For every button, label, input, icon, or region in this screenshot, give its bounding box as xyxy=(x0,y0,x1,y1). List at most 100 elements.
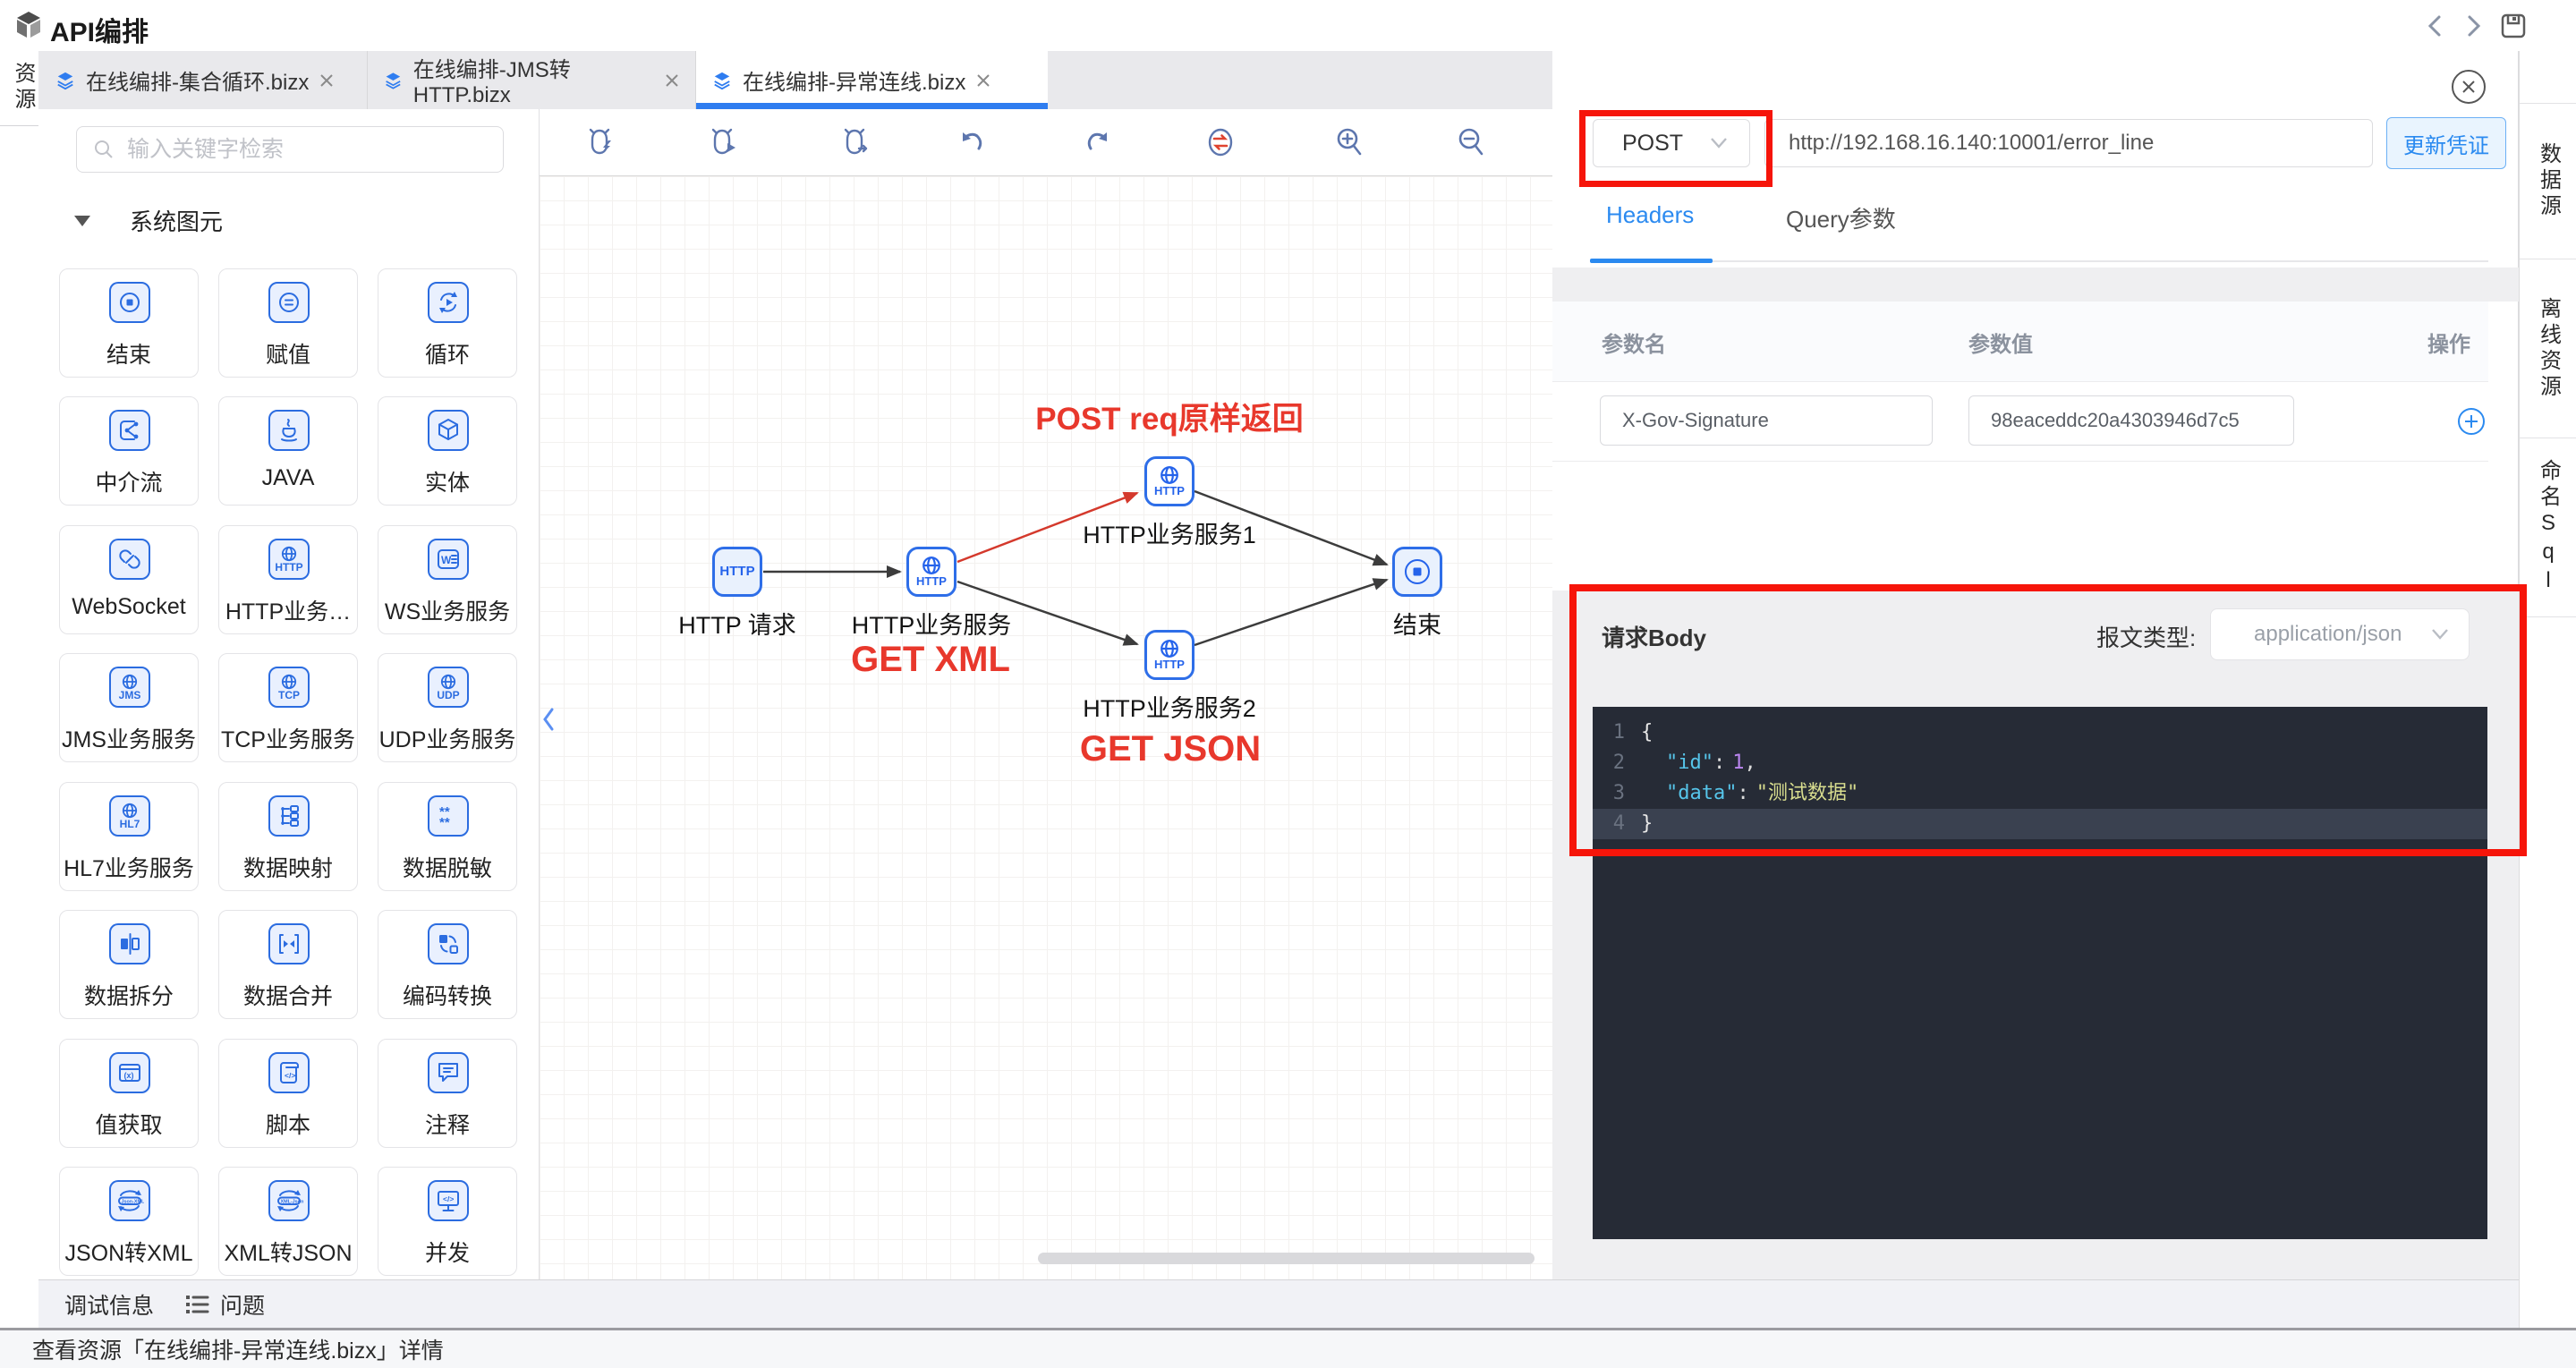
palette-item-loop[interactable]: 循环 xyxy=(378,268,517,378)
globe-icon xyxy=(281,546,297,562)
node-http-service[interactable]: HTTP xyxy=(906,547,956,597)
tab-file-1[interactable]: 在线编排-集合循环.bizx xyxy=(39,51,368,109)
save-icon[interactable] xyxy=(2498,11,2529,41)
tab-file-3-active[interactable]: 在线编排-异常连线.bizx xyxy=(696,51,1048,109)
content-type-label: 报文类型: xyxy=(2096,620,2196,653)
active-tab-underline xyxy=(1590,259,1713,263)
palette-item-comment[interactable]: 注释 xyxy=(378,1039,517,1148)
content-type-select[interactable]: application/json xyxy=(2210,608,2470,660)
comment-icon xyxy=(428,1052,469,1093)
palette-item-mediator-flow[interactable]: 中介流 xyxy=(59,396,199,506)
redo-icon[interactable] xyxy=(1078,123,1118,162)
palette-item-websocket[interactable]: WebSocket xyxy=(59,525,199,634)
zoom-out-icon[interactable] xyxy=(1451,123,1491,162)
data-mapping-icon xyxy=(268,795,310,837)
palette-item-xml-to-json[interactable]: XML-Json XML转JSON xyxy=(218,1167,358,1276)
divider xyxy=(1590,260,2488,262)
palette-item-udp-service[interactable]: UDP UDP业务服务 xyxy=(378,653,517,762)
search-box[interactable] xyxy=(76,126,504,173)
canvas-horizontal-scrollbar[interactable] xyxy=(1038,1253,1535,1264)
update-credential-button[interactable]: 更新凭证 xyxy=(2386,117,2506,169)
palette-item-hl7-service[interactable]: HL7 HL7业务服务 xyxy=(59,782,199,891)
globe-icon xyxy=(440,674,456,690)
flow-canvas[interactable]: HTTP HTTP 请求 HTTP HTTP业务服务 HTTP HTTP业务服务… xyxy=(540,176,1552,1279)
search-input[interactable] xyxy=(125,136,469,164)
palette-item-end[interactable]: 结束 xyxy=(59,268,199,378)
panel-collapse-icon[interactable] xyxy=(540,700,557,739)
palette-item-tcp-service[interactable]: TCP TCP业务服务 xyxy=(218,653,358,762)
palette-item-concurrency[interactable]: </> 并发 xyxy=(378,1167,517,1276)
code-line-active: 4} xyxy=(1593,809,2487,839)
flow-edges xyxy=(540,176,1552,1279)
palette-item-value-get[interactable]: (x) 值获取 xyxy=(59,1039,199,1148)
nav-forward-icon[interactable] xyxy=(2458,11,2488,41)
palette-item-assign[interactable]: 赋值 xyxy=(218,268,358,378)
debug-info-button[interactable]: 调试信息 xyxy=(64,1288,154,1321)
udp-service-icon: UDP xyxy=(428,667,469,708)
param-value-input[interactable] xyxy=(1968,395,2294,446)
script-icon: </> xyxy=(268,1052,310,1093)
mediator-flow-icon xyxy=(109,410,150,451)
palette-item-data-merge[interactable]: 数据合并 xyxy=(218,910,358,1019)
search-icon xyxy=(93,139,115,160)
tab-file-2[interactable]: 在线编排-JMS转HTTP.bizx xyxy=(368,51,696,109)
list-icon xyxy=(186,1295,209,1314)
tab-headers[interactable]: Headers xyxy=(1606,201,1694,229)
palette-item-jms-service[interactable]: JMS JMS业务服务 xyxy=(59,653,199,762)
palette-item-data-masking[interactable]: **** 数据脱敏 xyxy=(378,782,517,891)
close-icon[interactable] xyxy=(2452,70,2486,104)
close-icon[interactable] xyxy=(976,73,990,88)
http-service-icon: HTTP xyxy=(268,539,310,580)
palette-section-header[interactable]: 系统图元 xyxy=(74,204,223,237)
body-code-editor[interactable]: 1{ 2"id":1, 3"data":"测试数据" 4} xyxy=(1593,707,2487,1239)
undo-icon[interactable] xyxy=(952,123,991,162)
chevron-down-icon xyxy=(2431,628,2449,641)
node-label: HTTP业务服务2 xyxy=(1035,689,1304,724)
end-icon xyxy=(109,282,150,323)
encoding-convert-icon xyxy=(428,923,469,964)
close-icon[interactable] xyxy=(319,73,334,88)
tab-label: 在线编排-JMS转HTTP.bizx xyxy=(413,52,654,108)
data-merge-icon xyxy=(268,923,310,964)
palette-item-script[interactable]: </> 脚本 xyxy=(218,1039,358,1148)
node-http-service-2[interactable]: HTTP xyxy=(1144,630,1194,680)
zoom-in-icon[interactable] xyxy=(1330,123,1369,162)
palette-item-data-mapping[interactable]: 数据映射 xyxy=(218,782,358,891)
debug-run-icon[interactable] xyxy=(582,123,621,162)
palette-item-http-service[interactable]: HTTP HTTP业务… xyxy=(218,525,358,634)
sync-swap-icon[interactable] xyxy=(1201,123,1240,162)
node-end[interactable] xyxy=(1392,547,1442,597)
param-name-input[interactable] xyxy=(1600,395,1933,446)
sidebar-item-resources[interactable]: 资源 xyxy=(7,62,38,114)
tab-query-params[interactable]: Query参数 xyxy=(1786,201,1896,234)
debug-step-icon[interactable] xyxy=(704,123,744,162)
method-value: POST xyxy=(1622,131,1683,157)
sidebar-item-named-sql[interactable]: 命名Sql xyxy=(2520,438,2576,617)
palette-item-java[interactable]: JAVA xyxy=(218,396,358,506)
palette-item-ws-service[interactable]: W WS业务服务 xyxy=(378,525,517,634)
node-http-service-1[interactable]: HTTP xyxy=(1144,456,1194,506)
svg-text:XML-Json: XML-Json xyxy=(281,1200,304,1205)
annotation-post-return: POST req原样返回 xyxy=(901,394,1438,439)
request-panel: POST 更新凭证 Headers Query参数 参数名 参数值 操作 请求B… xyxy=(1552,51,2519,1279)
add-param-icon[interactable] xyxy=(2458,408,2485,435)
method-select[interactable]: POST xyxy=(1593,119,1750,167)
svg-text:</>: </> xyxy=(443,1194,454,1203)
entity-cube-icon xyxy=(428,410,469,451)
close-icon[interactable] xyxy=(665,73,679,88)
palette-item-entity[interactable]: 实体 xyxy=(378,396,517,506)
node-http-request[interactable]: HTTP xyxy=(712,547,762,597)
problems-button[interactable]: 问题 xyxy=(186,1288,265,1321)
url-input[interactable] xyxy=(1764,119,2373,167)
layers-icon xyxy=(384,71,403,90)
section-title: 系统图元 xyxy=(130,204,223,237)
svg-text:W: W xyxy=(441,554,452,566)
debug-restart-icon[interactable] xyxy=(837,123,876,162)
palette-item-data-split[interactable]: 数据拆分 xyxy=(59,910,199,1019)
sidebar-item-offline-resources[interactable]: 离线资源 xyxy=(2520,259,2576,438)
palette-item-json-to-xml[interactable]: Json-XML JSON转XML xyxy=(59,1167,199,1276)
palette-item-encoding-convert[interactable]: 编码转换 xyxy=(378,910,517,1019)
nav-back-icon[interactable] xyxy=(2420,11,2451,41)
sidebar-item-datasource[interactable]: 数据源 xyxy=(2520,103,2576,259)
xml-to-json-icon: XML-Json xyxy=(268,1180,310,1221)
